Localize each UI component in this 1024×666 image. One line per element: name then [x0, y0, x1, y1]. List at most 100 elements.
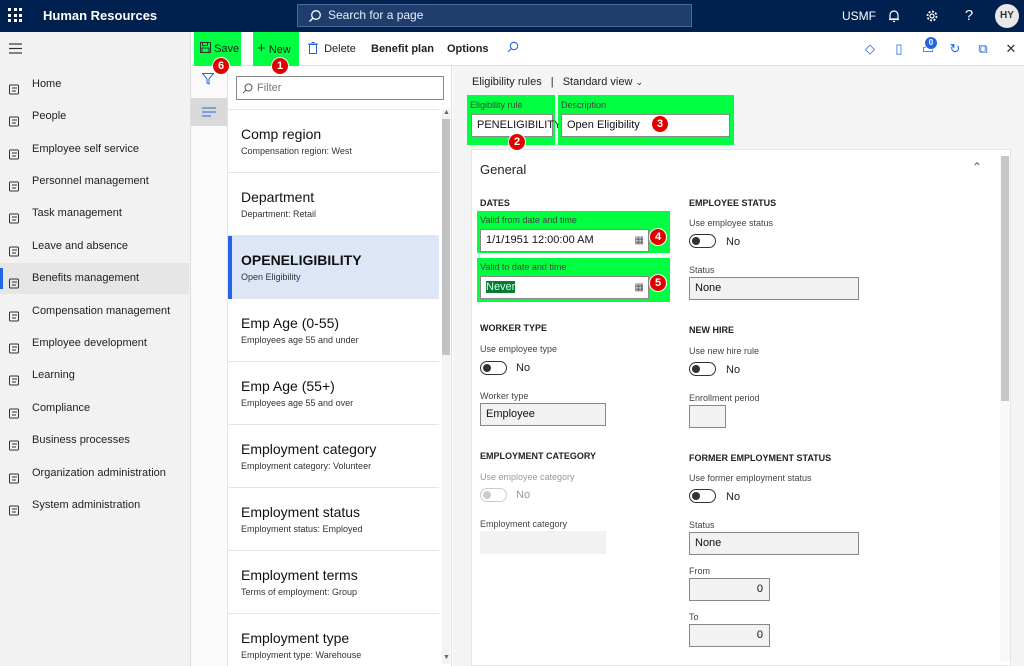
list-scrollbar[interactable]: ▲ ▼ — [442, 109, 450, 664]
employment-category-field[interactable] — [480, 531, 606, 554]
step-badge-6: 6 — [212, 57, 230, 75]
view-selector[interactable]: Standard view — [563, 76, 633, 88]
from-field[interactable]: 0 — [689, 578, 770, 601]
nav-item-benefits-management[interactable]: Benefits management — [0, 263, 189, 294]
use-employee-type-toggle[interactable] — [480, 361, 507, 375]
nav-item-people[interactable]: People — [0, 101, 189, 132]
compliance-icon — [8, 402, 21, 419]
refresh-icon[interactable]: ↻ — [947, 41, 963, 57]
help-icon[interactable]: ? — [959, 6, 979, 26]
open-new-window-icon[interactable]: ⧉ — [975, 41, 991, 57]
eligibility-rule-label: Eligibility rule — [470, 100, 523, 110]
nav-item-task-management[interactable]: Task management — [0, 198, 189, 229]
list-item[interactable]: Employment type Employment type: Warehous… — [228, 614, 439, 666]
list-item[interactable]: Employment category Employment category: … — [228, 425, 439, 488]
list-icon — [202, 107, 216, 117]
use-employee-type-value: No — [516, 362, 531, 374]
power-apps-icon[interactable]: ◇ — [862, 41, 878, 57]
avatar[interactable]: HY — [995, 4, 1019, 28]
nav-item-compensation-management[interactable]: Compensation management — [0, 296, 189, 327]
filter-input[interactable]: Filter — [236, 76, 444, 100]
list-item[interactable]: Department Department: Retail — [228, 173, 439, 236]
description-input[interactable]: Open Eligibility — [561, 114, 730, 137]
gear-icon[interactable] — [922, 6, 942, 26]
list-item[interactable]: Emp Age (55+) Employees age 55 and over — [228, 362, 439, 425]
delete-button[interactable]: Delete — [308, 32, 356, 66]
description-field: Description Open Eligibility — [558, 95, 734, 145]
list-pane: Filter Comp region Compensation region: W… — [228, 66, 452, 666]
use-employee-status-toggle[interactable] — [689, 234, 716, 248]
company-picker[interactable]: USMF — [842, 9, 876, 23]
list-item[interactable]: Employment status Employment status: Empl… — [228, 488, 439, 551]
action-search-icon[interactable] — [507, 32, 519, 66]
self-service-icon — [8, 143, 21, 160]
nav-item-employee-self-service[interactable]: Employee self service — [0, 134, 189, 165]
close-icon[interactable]: ✕ — [1003, 41, 1019, 57]
to-field[interactable]: 0 — [689, 624, 770, 647]
search-box[interactable]: Search for a page — [297, 4, 692, 27]
scroll-down-icon[interactable]: ▼ — [443, 654, 450, 661]
scroll-up-icon[interactable]: ▲ — [443, 109, 450, 116]
use-employee-category-toggle[interactable] — [480, 488, 507, 502]
enrollment-period-field[interactable] — [689, 405, 726, 428]
app-launcher-icon[interactable] — [8, 8, 22, 22]
list-item-subtitle: Department: Retail — [241, 209, 317, 219]
list-item-title: Employment category — [241, 441, 377, 457]
nav-item-leave-and-absence[interactable]: Leave and absence — [0, 231, 189, 262]
list-item-title: Emp Age (55+) — [241, 378, 335, 394]
collapse-chevron-icon[interactable]: ⌃ — [972, 160, 982, 174]
chevron-down-icon[interactable]: ⌄ — [635, 77, 643, 87]
filter-icon[interactable] — [201, 73, 215, 88]
nav-item-label: Business processes — [32, 434, 130, 446]
general-section: General ⌃ DATES Valid from date and time… — [471, 149, 1011, 666]
office-icon[interactable]: ▯ — [891, 41, 907, 57]
list-item-title: Emp Age (0-55) — [241, 315, 340, 331]
nav-item-business-processes[interactable]: Business processes — [0, 425, 189, 456]
worker-type-field[interactable]: Employee — [480, 403, 606, 426]
general-header[interactable]: General — [480, 162, 526, 177]
use-new-hire-toggle[interactable] — [689, 362, 716, 376]
list-item-title: Employment terms — [241, 567, 358, 583]
valid-from-input[interactable]: 1/1/1951 12:00:00 AM ▦ — [480, 229, 649, 252]
options-button[interactable]: Options — [447, 32, 489, 66]
list-view-toggle[interactable] — [191, 98, 227, 126]
list-item[interactable]: Comp region Compensation region: West — [228, 110, 439, 173]
use-former-status-toggle[interactable] — [689, 489, 716, 503]
list-scrollbar-thumb[interactable] — [442, 119, 450, 355]
breadcrumb-title: Eligibility rules — [472, 76, 542, 88]
status-field[interactable]: None — [689, 277, 859, 300]
nav-item-label: Employee self service — [32, 143, 139, 155]
benefit-plan-button[interactable]: Benefit plan — [371, 32, 434, 66]
step-badge-2: 2 — [508, 133, 526, 151]
use-employee-category-value: No — [516, 489, 531, 501]
bell-icon[interactable] — [884, 6, 904, 26]
benefits-icon — [8, 272, 21, 289]
list-item-subtitle: Employment status: Employed — [241, 524, 363, 534]
employment-category-label: Employment category — [480, 519, 568, 529]
valid-to-input[interactable]: Never ▦ — [480, 276, 649, 299]
edit-date-icon[interactable]: ▦ — [635, 277, 644, 298]
app-title[interactable]: Human Resources — [43, 8, 157, 23]
nav-item-system-administration[interactable]: System administration — [0, 490, 189, 521]
calendar-icon[interactable]: ▦ — [635, 230, 644, 251]
nav-item-home[interactable]: Home — [0, 69, 189, 100]
list-item[interactable]: Emp Age (0-55) Employees age 55 and under — [228, 299, 439, 362]
save-label: Save — [214, 43, 240, 55]
system-admin-icon — [8, 499, 21, 516]
nav-item-personnel-management[interactable]: Personnel management — [0, 166, 189, 197]
nav-item-label: Organization administration — [32, 467, 166, 479]
use-employee-category-label: Use employee category — [480, 472, 575, 482]
nav-item-organization-administration[interactable]: Organization administration — [0, 458, 189, 489]
detail-scrollbar-thumb[interactable] — [1001, 156, 1009, 401]
detail-scrollbar[interactable] — [1000, 156, 1010, 661]
nav-item-employee-development[interactable]: Employee development — [0, 328, 189, 359]
list-item[interactable]: Employment terms Terms of employment: Gro… — [228, 551, 439, 614]
valid-to-field: Valid to date and time Never ▦ — [477, 258, 670, 302]
detail-pane: Eligibility rules | Standard view ⌄ Elig… — [453, 66, 1024, 666]
nav-item-compliance[interactable]: Compliance — [0, 393, 189, 424]
hamburger-menu-icon[interactable] — [9, 43, 22, 54]
list-item[interactable]: OPENELIGIBILITY Open Eligibility — [228, 236, 439, 299]
former-status-field[interactable]: None — [689, 532, 859, 555]
list-item-title: Department — [241, 189, 315, 205]
nav-item-learning[interactable]: Learning — [0, 360, 189, 391]
